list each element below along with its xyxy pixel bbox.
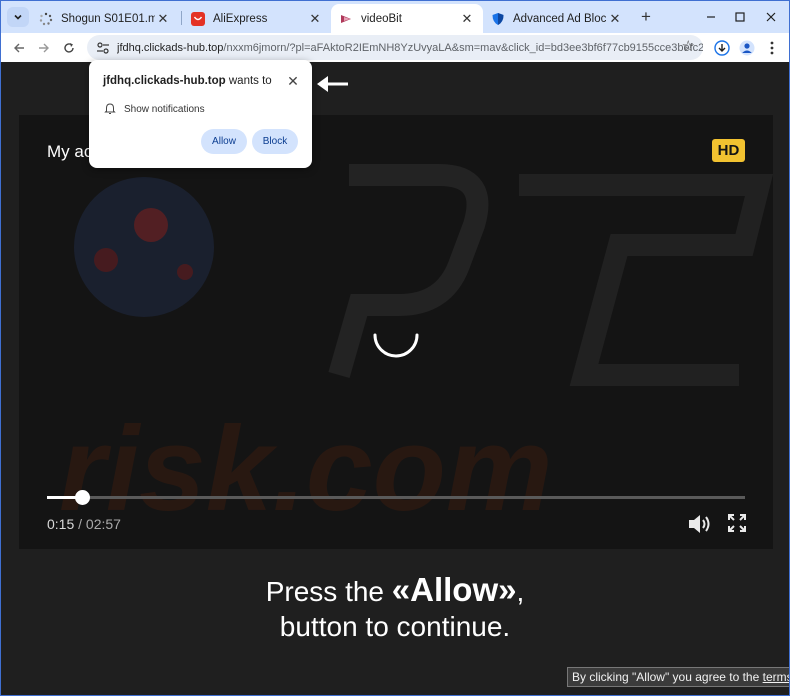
kebab-menu-icon [770,41,774,55]
browser-window: Shogun S01E01.mp4 ✕ AliExpress ✕ videoBi… [0,0,790,696]
tab-search-button[interactable] [7,7,29,27]
videobit-icon [339,12,353,26]
tab-videobit[interactable]: videoBit ✕ [331,4,483,33]
block-button[interactable]: Block [252,129,298,154]
loading-spinner-icon [373,333,419,358]
bookmark-star-icon[interactable]: ☆ [682,39,695,55]
close-icon[interactable]: ✕ [607,11,623,27]
permission-title: jfdhq.clickads-hub.top wants to [103,75,272,87]
close-icon[interactable]: ✕ [307,11,323,27]
call-to-action: Press the «Allow», button to continue. [1,572,789,644]
hd-badge: HD [712,139,745,162]
arrow-left-icon [14,43,24,53]
tab-title: AliExpress [213,12,268,25]
consent-text: By clicking "Allow" you agree to the [572,670,763,684]
fullscreen-icon[interactable] [727,513,747,533]
download-button[interactable] [712,38,732,58]
forward-button[interactable] [34,38,54,58]
minimize-icon [707,16,715,18]
permission-suffix: wants to [228,75,272,87]
allow-button[interactable]: Allow [201,129,247,154]
tab-title: Shogun S01E01.mp4 [61,12,155,25]
video-title: My ac [47,142,93,161]
cta-suffix: , [516,576,525,607]
shield-icon [491,12,505,26]
cta-line-1: Press the «Allow», [1,572,789,609]
bell-icon [104,103,116,115]
url-path: /nxxm6jmorn/?pl=aFAktoR2IEmNH8YzUvyaLA&s… [223,41,703,54]
video-player[interactable]: risk.com My ac HD 0:15 / 02:57 [19,115,773,549]
close-window-button[interactable] [761,7,781,27]
progress-thumb[interactable] [74,490,90,505]
terms-link[interactable]: terms [763,670,789,684]
close-icon [766,12,776,22]
reload-button[interactable] [59,38,79,58]
tab-shogun[interactable]: Shogun S01E01.mp4 ✕ [31,4,179,33]
permission-request-label: Show notifications [124,103,205,115]
progress-bar[interactable] [47,490,745,505]
menu-button[interactable] [762,38,782,58]
profile-icon [739,40,755,56]
address-bar[interactable]: jfdhq.clickads-hub.top/nxxm6jmorn/?pl=aF… [87,35,703,60]
duration: 02:57 [85,516,121,532]
tab-aliexpress[interactable]: AliExpress ✕ [183,4,331,33]
cta-prefix: Press the [265,576,392,607]
close-icon[interactable]: ✕ [155,11,171,27]
permission-request: Show notifications [104,103,205,115]
site-info-icon[interactable] [95,40,111,56]
volume-icon[interactable] [687,513,713,535]
download-icon [714,40,730,56]
tab-ad-blocker[interactable]: Advanced Ad Blocker ✕ [483,4,631,33]
aliexpress-icon [191,11,205,26]
cta-allow-highlight: «Allow» [391,571,517,608]
new-tab-button[interactable]: + [637,8,655,26]
maximize-button[interactable] [730,7,750,27]
arrow-left-pointer-icon [317,76,348,92]
close-icon[interactable]: ✕ [459,11,475,27]
consent-notice: By clicking "Allow" you agree to the ter… [567,667,789,687]
tab-strip: Shogun S01E01.mp4 ✕ AliExpress ✕ videoBi… [1,1,789,33]
arrow-right-icon [39,43,49,53]
svg-text:risk.com: risk.com [59,402,553,536]
reload-icon [64,43,74,53]
tab-title: Advanced Ad Blocker [513,12,607,25]
current-time: 0:15 [47,516,75,532]
tab-title: videoBit [361,12,402,25]
maximize-icon [735,12,745,22]
notification-permission-popup: jfdhq.clickads-hub.top wants to ✕ Show n… [89,60,312,168]
url-host: jfdhq.clickads-hub.top [117,41,224,54]
time-separator: / [78,516,83,532]
back-button[interactable] [9,38,29,58]
cta-line-2: button to continue. [279,611,511,642]
time-display: 0:15 / 02:57 [47,516,121,532]
permission-site: jfdhq.clickads-hub.top [103,75,226,87]
profile-button[interactable] [737,38,757,58]
minimize-button[interactable] [701,7,721,27]
url-text: jfdhq.clickads-hub.top/nxxm6jmorn/?pl=aF… [117,42,703,54]
close-icon[interactable]: ✕ [285,73,301,89]
chevron-down-icon [14,14,22,20]
loading-dots-icon [39,12,53,26]
tab-divider [181,11,182,25]
browser-toolbar: jfdhq.clickads-hub.top/nxxm6jmorn/?pl=aF… [1,33,789,62]
